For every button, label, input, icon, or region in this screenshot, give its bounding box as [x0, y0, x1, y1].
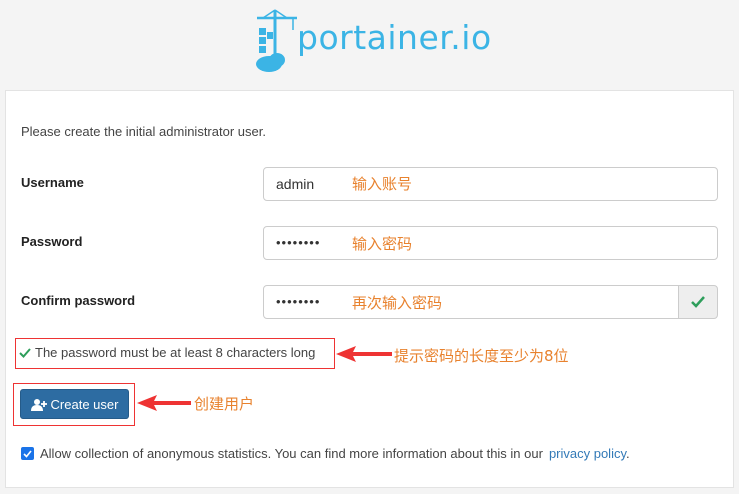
password-input[interactable]: •••••••• — [263, 226, 718, 260]
statistics-text: Allow collection of anonymous statistics… — [40, 446, 543, 461]
hint-arrow-icon — [336, 346, 392, 362]
username-input[interactable]: admin — [263, 167, 718, 201]
create-user-button[interactable]: Create user — [20, 389, 129, 419]
privacy-policy-link[interactable]: privacy policy — [549, 446, 626, 461]
add-user-icon — [30, 398, 47, 411]
init-admin-panel: Please create the initial administrator … — [5, 90, 734, 488]
password-match-indicator — [678, 285, 718, 319]
check-icon — [19, 347, 31, 358]
password-annotation: 输入密码 — [352, 235, 413, 253]
password-length-hint: The password must be at least 8 characte… — [19, 345, 315, 360]
password-label: Password — [21, 234, 83, 249]
portainer-logo: portainer.io — [255, 8, 491, 76]
logo-text: portainer.io — [297, 18, 492, 57]
statistics-consent: Allow collection of anonymous statistics… — [21, 446, 630, 461]
statistics-checkbox[interactable] — [21, 447, 34, 460]
username-label: Username — [21, 175, 84, 190]
confirm-password-input[interactable]: •••••••• — [263, 285, 679, 319]
username-annotation: 输入账号 — [352, 175, 413, 193]
intro-text: Please create the initial administrator … — [21, 124, 266, 139]
button-arrow-icon — [137, 395, 191, 411]
confirm-annotation: 再次输入密码 — [352, 294, 443, 312]
checkmark-icon — [23, 449, 32, 458]
statistics-period: . — [626, 446, 630, 461]
create-user-label: Create user — [50, 396, 119, 412]
hint-text: The password must be at least 8 characte… — [35, 345, 316, 360]
crane-container-icon — [256, 9, 297, 72]
hint-annotation: 提示密码的长度至少为8位 — [394, 347, 569, 365]
check-icon — [691, 296, 705, 308]
confirm-password-label: Confirm password — [21, 293, 136, 308]
button-annotation: 创建用户 — [194, 395, 255, 413]
